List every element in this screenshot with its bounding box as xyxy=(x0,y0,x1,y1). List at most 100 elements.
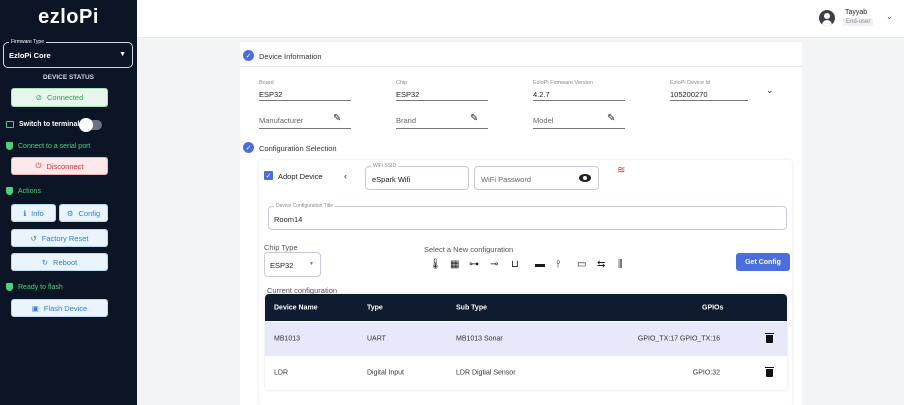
adopt-device-label: Adopt Device xyxy=(278,172,323,181)
info-label: Info xyxy=(31,208,44,218)
section-divider xyxy=(240,66,802,67)
flash-device-button[interactable]: ▣ Flash Device xyxy=(11,299,108,317)
cell-type: UART xyxy=(367,335,386,343)
brand-field[interactable]: Brand xyxy=(396,116,416,125)
wifi-off-icon: ≋ xyxy=(617,165,626,176)
ir-sensor-icon[interactable]: ▬ xyxy=(535,259,545,271)
dropdown-arrow-icon: ▼ xyxy=(119,51,126,58)
firmware-type-select[interactable]: Firmware Type EzloPi Core ▼ xyxy=(3,39,133,68)
servo-motor-icon[interactable]: ⊶ xyxy=(469,259,479,271)
terminal-toggle[interactable] xyxy=(79,118,102,132)
table-row[interactable]: LDR Digital Input LDR Digtial Sensor GPI… xyxy=(265,356,787,390)
manufacturer-underline xyxy=(259,128,351,129)
ready-flash-row: Ready to flash xyxy=(6,283,63,291)
cell-type: Digital Input xyxy=(367,369,404,377)
eye-pupil xyxy=(583,176,587,180)
wifi-password-placeholder: WiFi Password xyxy=(481,175,532,184)
reboot-label: Reboot xyxy=(53,257,78,267)
device-id-label: EzloPi Device Id xyxy=(670,80,711,86)
power-icon: ⏻ xyxy=(35,161,42,170)
step-check-icon: ✓ xyxy=(243,50,254,61)
eye-icon[interactable] xyxy=(579,174,591,182)
ready-flash-label: Ready to flash xyxy=(18,283,63,291)
expand-chevron-icon[interactable]: ⌄ xyxy=(766,85,774,96)
header-sub-type: Sub Type xyxy=(456,304,487,311)
get-config-button[interactable]: Get Config xyxy=(736,253,790,271)
chip-type-value: ESP32 xyxy=(270,261,294,270)
cell-device-name: LDR xyxy=(274,369,289,377)
disconnect-label: Disconnect xyxy=(46,161,84,171)
connected-button[interactable]: ⊘ Connected xyxy=(11,88,108,107)
connect-serial-row: Connect to a serial port xyxy=(6,142,90,150)
device-config-title-label: Device Configuration Title xyxy=(274,203,335,209)
connector-module-icon[interactable]: ⫼ xyxy=(618,259,623,271)
manufacturer-field[interactable]: Manufacturer xyxy=(259,116,303,125)
user-avatar-icon[interactable] xyxy=(819,10,835,26)
device-config-title-value: Room14 xyxy=(274,215,303,224)
model-field[interactable]: Model xyxy=(533,116,553,125)
chip-label: Chip xyxy=(396,80,408,86)
brand-underline xyxy=(396,128,488,129)
pencil-icon[interactable]: ✎ xyxy=(607,113,615,124)
board-value: ESP32 xyxy=(259,90,283,99)
sidebar: ezloPi Firmware Type EzloPi Core ▼ DEVIC… xyxy=(0,0,137,405)
step-check-icon: ✓ xyxy=(243,142,254,153)
chip-type-select[interactable]: ESP32 ▼ xyxy=(264,252,321,277)
wifi-ssid-value: eSpark Wifi xyxy=(372,175,411,184)
top-bar xyxy=(137,0,904,38)
switch-module-icon[interactable]: ⇆ xyxy=(597,259,605,271)
wifi-ssid-field[interactable]: WiFi SSID eSpark Wifi xyxy=(365,163,469,190)
dropdown-arrow-icon: ▼ xyxy=(309,261,314,267)
connected-label: Connected xyxy=(47,93,84,102)
info-button[interactable]: ℹ Info xyxy=(11,204,56,222)
model-underline xyxy=(533,128,625,129)
avatar-body xyxy=(822,20,832,26)
reboot-icon: ↻ xyxy=(41,257,49,267)
current-config-table: Device Name Type Sub Type GPIOs MB1013 U… xyxy=(265,294,787,390)
trash-icon[interactable] xyxy=(765,333,774,343)
cell-gpios: GPIO_TX:17 GPIO_TX:16 xyxy=(637,335,720,343)
chip-type-label: Chip Type xyxy=(264,243,298,252)
cell-gpios: GPIO:32 xyxy=(692,369,720,377)
device-id-value: 105200270 xyxy=(670,90,708,99)
select-new-config-label: Select a New configuration xyxy=(424,245,514,254)
display-module-icon[interactable]: ▭ xyxy=(577,259,586,271)
device-config-title-field[interactable]: Device Configuration Title Room14 xyxy=(268,203,787,230)
device-status-title: DEVICE STATUS xyxy=(42,74,95,81)
terminal-icon xyxy=(6,121,14,128)
shield-icon xyxy=(6,187,13,195)
info-icon: ℹ xyxy=(23,208,27,218)
avatar-head xyxy=(824,13,830,19)
header-device-name: Device Name xyxy=(274,304,318,311)
switch-terminal-row: Switch to terminal xyxy=(6,121,79,128)
connect-serial-label: Connect to a serial port xyxy=(18,142,91,150)
check-circle-icon: ⊘ xyxy=(35,93,42,102)
config-label: Config xyxy=(78,208,101,218)
reboot-button[interactable]: ↻ Reboot xyxy=(11,253,108,271)
pencil-icon[interactable]: ✎ xyxy=(470,113,478,124)
shield-icon xyxy=(6,283,13,291)
disconnect-button[interactable]: ⏻ Disconnect xyxy=(11,157,108,175)
cell-sub-type: MB1013 Sonar xyxy=(456,335,503,343)
table-row[interactable]: MB1013 UART MB1013 Sonar GPIO_TX:17 GPIO… xyxy=(265,322,787,356)
gear-icon: ⚙ xyxy=(66,208,74,218)
header-type: Type xyxy=(367,304,383,311)
potentiometer-icon[interactable]: ⊸ xyxy=(490,259,498,271)
firmware-underline xyxy=(533,100,625,101)
user-name: Tayyab xyxy=(845,9,868,16)
trash-icon[interactable] xyxy=(765,367,774,377)
header-gpios: GPIOs xyxy=(702,304,724,311)
config-button[interactable]: ⚙ Config xyxy=(59,204,108,222)
ultrasonic-sensor-icon[interactable]: ⊔ xyxy=(511,259,519,271)
factory-reset-label: Factory Reset xyxy=(41,233,89,243)
factory-reset-button[interactable]: ↺ Factory Reset xyxy=(11,229,108,247)
temperature-sensor-icon[interactable]: 🌡 xyxy=(429,259,442,271)
relay-module-icon[interactable]: ▦ xyxy=(450,259,459,271)
switch-terminal-label: Switch to terminal xyxy=(19,121,80,128)
pencil-icon[interactable]: ✎ xyxy=(333,113,341,124)
user-menu-chevron-icon[interactable]: ⌄ xyxy=(886,12,893,21)
antenna-sensor-icon[interactable]: ⫯ xyxy=(556,259,560,271)
flash-device-label: Flash Device xyxy=(43,303,88,313)
collapse-chevron-icon[interactable]: ‹ xyxy=(344,171,347,181)
adopt-device-checkbox[interactable]: ✓ xyxy=(264,171,273,180)
